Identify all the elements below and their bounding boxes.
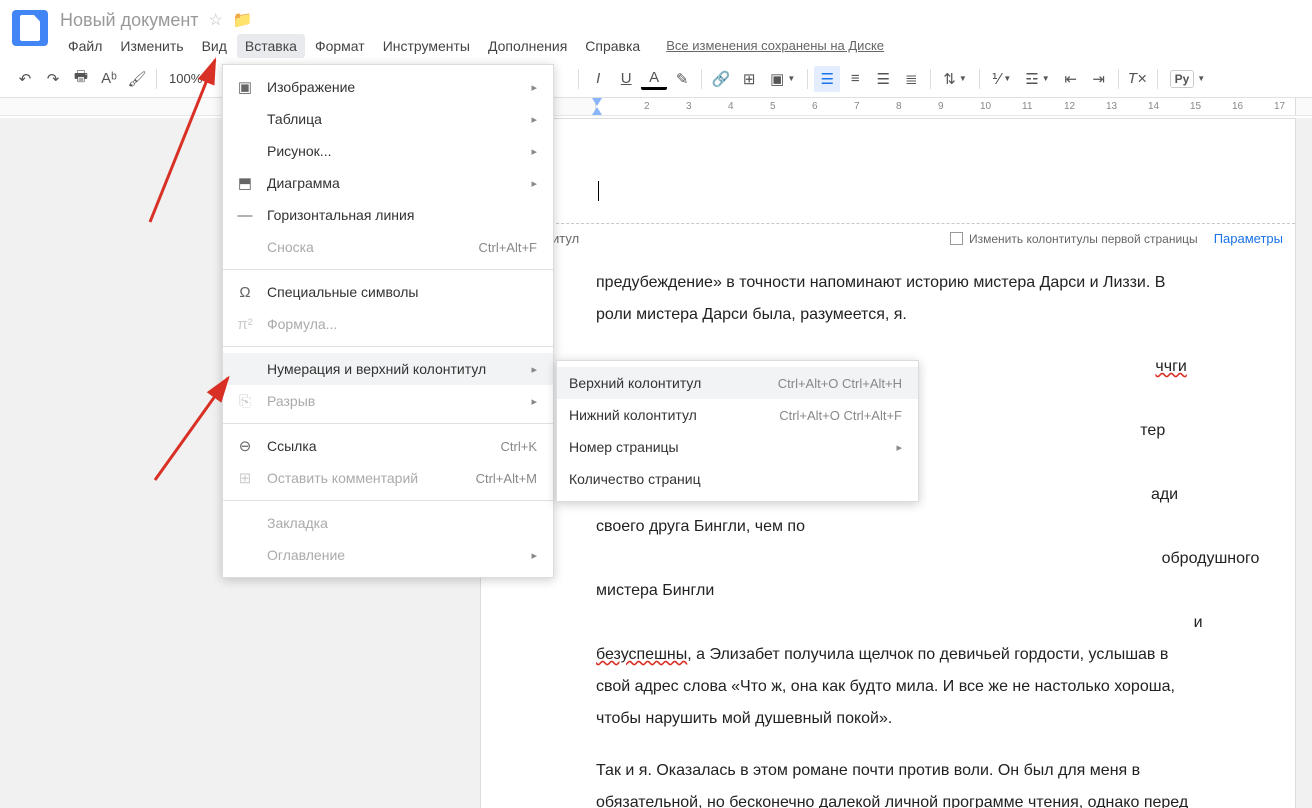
document-title[interactable]: Новый документ (60, 10, 199, 31)
underline-button[interactable]: U (613, 66, 639, 92)
bulleted-list-button[interactable]: ☲▼ (1019, 66, 1055, 92)
ruler[interactable]: 23456789101112131415161718 (0, 98, 1312, 116)
menu-item-icon: ⎘ (235, 393, 255, 410)
submenu-item[interactable]: Номер страницы▸ (557, 431, 918, 463)
insert-menu-item[interactable]: ⬒Диаграмма▸ (223, 167, 553, 199)
menu-item-icon: — (235, 207, 255, 224)
increase-indent-button[interactable]: ⇥ (1086, 66, 1112, 92)
docs-logo-icon[interactable] (12, 10, 48, 46)
menu-инструменты[interactable]: Инструменты (375, 34, 478, 58)
insert-menu-dropdown: ▣Изображение▸Таблица▸Рисунок...▸⬒Диаграм… (222, 64, 554, 578)
align-justify-button[interactable]: ≣ (898, 66, 924, 92)
menu-файл[interactable]: Файл (60, 34, 110, 58)
insert-menu-item: ⊞Оставить комментарийCtrl+Alt+M (223, 462, 553, 494)
submenu-item[interactable]: Нижний колонтитулCtrl+Alt+O Ctrl+Alt+F (557, 399, 918, 431)
insert-menu-item: Закладка (223, 507, 553, 539)
input-tools-button[interactable]: Ру▼ (1164, 66, 1212, 92)
line-spacing-button[interactable]: ⇅▼ (937, 66, 973, 92)
italic-button[interactable]: I (585, 66, 611, 92)
print-button[interactable]: 🖶 (68, 66, 94, 92)
insert-menu-item[interactable]: Рисунок...▸ (223, 135, 553, 167)
menu-item-icon: π² (235, 316, 255, 333)
chevron-right-icon: ▸ (531, 113, 537, 126)
insert-comment-button[interactable]: ⊞ (736, 66, 762, 92)
menu-формат[interactable]: Формат (307, 34, 373, 58)
menu-справка[interactable]: Справка (577, 34, 648, 58)
first-page-checkbox[interactable]: Изменить колонтитулы первой страницы (950, 232, 1198, 246)
menu-вставка[interactable]: Вставка (237, 34, 305, 58)
save-status[interactable]: Все изменения сохранены на Диске (666, 34, 884, 58)
insert-menu-item: Оглавление▸ (223, 539, 553, 571)
star-icon[interactable]: ☆ (209, 10, 223, 30)
chevron-right-icon: ▸ (896, 441, 902, 454)
redo-button[interactable]: ↷ (40, 66, 66, 92)
menu-item-icon: ▣ (235, 78, 255, 96)
submenu-item[interactable]: Верхний колонтитулCtrl+Alt+O Ctrl+Alt+H (557, 367, 918, 399)
menu-изменить[interactable]: Изменить (112, 34, 191, 58)
insert-menu-item[interactable]: ⊖СсылкаCtrl+K (223, 430, 553, 462)
text-cursor (598, 181, 599, 201)
insert-menu-item[interactable]: ▣Изображение▸ (223, 71, 553, 103)
menu-item-icon: Ω (235, 284, 255, 301)
chevron-right-icon: ▸ (531, 549, 537, 562)
chevron-right-icon: ▸ (531, 395, 537, 408)
insert-menu-item: π²Формула... (223, 308, 553, 340)
decrease-indent-button[interactable]: ⇤ (1058, 66, 1084, 92)
submenu-item[interactable]: Количество страниц (557, 463, 918, 495)
insert-image-button[interactable]: ▣▼ (764, 66, 801, 92)
align-center-button[interactable]: ≡ (842, 66, 868, 92)
chevron-right-icon: ▸ (531, 177, 537, 190)
insert-menu-item[interactable]: Нумерация и верхний колонтитул▸ (223, 353, 553, 385)
text-color-button[interactable]: A (641, 68, 667, 90)
insert-menu-item: ⎘Разрыв▸ (223, 385, 553, 417)
menu-item-icon: ⊖ (235, 437, 255, 455)
header-params-link[interactable]: Параметры (1214, 231, 1283, 246)
document-body[interactable]: предубеждение» в точности напоминают ист… (596, 267, 1195, 808)
menu-item-icon: ⬒ (235, 174, 255, 192)
toolbar: ↶ ↷ 🖶 Aᵇ 🖌 100%▼ I U A ✎ 🔗 ⊞ ▣▼ ☰ ≡ ☰ ≣ … (0, 60, 1312, 98)
header-footer-bar: ий колонтитул Изменить колонтитулы перво… (481, 223, 1295, 253)
insert-menu-item[interactable]: Таблица▸ (223, 103, 553, 135)
zoom-selector[interactable]: 100%▼ (163, 71, 221, 86)
insert-menu-item: СноскаCtrl+Alt+F (223, 231, 553, 263)
paint-format-button[interactable]: 🖌 (124, 66, 150, 92)
spellcheck-button[interactable]: Aᵇ (96, 66, 122, 92)
insert-menu-item[interactable]: —Горизонтальная линия (223, 199, 553, 231)
numbered-list-button[interactable]: ⅟▼ (986, 66, 1017, 92)
undo-button[interactable]: ↶ (12, 66, 38, 92)
chevron-right-icon: ▸ (531, 81, 537, 94)
highlight-button[interactable]: ✎ (669, 66, 695, 92)
align-right-button[interactable]: ☰ (870, 66, 896, 92)
clear-formatting-button[interactable]: T✕ (1125, 66, 1151, 92)
chevron-right-icon: ▸ (531, 145, 537, 158)
app-header: Новый документ ☆ 📁 ФайлИзменитьВидВставк… (0, 0, 1312, 60)
header-footer-submenu: Верхний колонтитулCtrl+Alt+O Ctrl+Alt+HН… (556, 360, 919, 502)
folder-icon[interactable]: 📁 (233, 10, 253, 30)
menu-item-icon: ⊞ (235, 469, 255, 487)
menu-дополнения[interactable]: Дополнения (480, 34, 575, 58)
menubar: ФайлИзменитьВидВставкаФорматИнструментыД… (60, 34, 1300, 58)
insert-menu-item[interactable]: ΩСпециальные символы (223, 276, 553, 308)
menu-вид[interactable]: Вид (194, 34, 235, 58)
insert-link-button[interactable]: 🔗 (708, 66, 734, 92)
chevron-right-icon: ▸ (531, 363, 537, 376)
align-left-button[interactable]: ☰ (814, 66, 840, 92)
